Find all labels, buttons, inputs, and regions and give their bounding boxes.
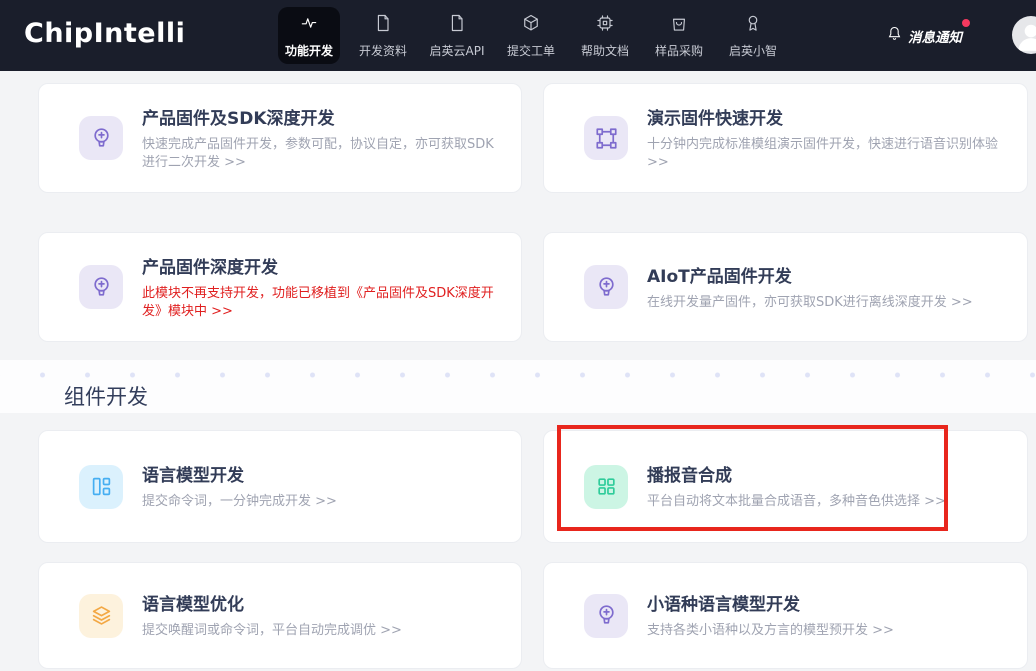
chipintelli-logo[interactable]: ChipIntelli bbox=[24, 18, 185, 49]
chip-icon bbox=[595, 13, 615, 36]
card-language-model-optimize[interactable]: 语言模型优化 提交唤醒词或命令词，平台自动完成调优 >> bbox=[38, 562, 522, 669]
nav-item-function-dev[interactable]: 功能开发 bbox=[278, 7, 340, 64]
bulb-icon bbox=[79, 116, 123, 160]
components-section-header: 组件开发 bbox=[0, 360, 1036, 413]
card-title: 产品固件深度开发 bbox=[142, 253, 497, 278]
bulb-icon bbox=[584, 594, 628, 638]
nav-item-help-docs[interactable]: 帮助文档 bbox=[574, 7, 636, 64]
frame-select-icon bbox=[584, 116, 628, 160]
layout-icon bbox=[79, 465, 123, 509]
badge-icon bbox=[743, 13, 763, 36]
nav-label: 帮助文档 bbox=[581, 42, 629, 59]
waveform-icon bbox=[299, 13, 319, 36]
card-text: 演示固件快速开发 十分钟内完成标准模组演示固件开发，快速进行语音识别体验 >> bbox=[647, 104, 1003, 173]
main-nav: 功能开发 开发资料 启英云API 提交工单 帮助文档 样品采购 启英小智 bbox=[278, 7, 784, 64]
nav-label: 开发资料 bbox=[359, 42, 407, 59]
grid-icon bbox=[584, 465, 628, 509]
firmware-card-grid: 产品固件及SDK深度开发 快速完成产品固件开发，参数可配，协议自定，亦可获取SD… bbox=[38, 83, 1028, 342]
card-text: AIoT产品固件开发 在线开发量产固件，亦可获取SDK进行离线深度开发 >> bbox=[647, 262, 973, 312]
bulb-icon bbox=[79, 265, 123, 309]
section-title: 组件开发 bbox=[64, 381, 1036, 411]
card-title: AIoT产品固件开发 bbox=[647, 262, 973, 287]
cube-icon bbox=[521, 13, 541, 36]
card-product-firmware-deep[interactable]: 产品固件深度开发 此模块不再支持开发，功能已移植到《产品固件及SDK深度开发》模… bbox=[38, 232, 522, 342]
components-card-grid: 语言模型开发 提交命令词，一分钟完成开发 >> 播报音合成 平台自动将文本批量合… bbox=[38, 430, 1028, 669]
card-text: 产品固件深度开发 此模块不再支持开发，功能已移植到《产品固件及SDK深度开发》模… bbox=[142, 253, 497, 322]
user-avatar[interactable] bbox=[1012, 16, 1036, 54]
bulb-icon bbox=[584, 265, 628, 309]
card-tts-synthesis[interactable]: 播报音合成 平台自动将文本批量合成语音，多种音色供选择 >> bbox=[543, 430, 1028, 543]
card-description: 平台自动将文本批量合成语音，多种音色供选择 >> bbox=[647, 493, 946, 511]
card-text: 产品固件及SDK深度开发 快速完成产品固件开发，参数可配，协议自定，亦可获取SD… bbox=[142, 104, 497, 173]
shopping-bag-icon bbox=[669, 13, 689, 36]
nav-label: 启英云API bbox=[430, 42, 485, 59]
card-text: 小语种语言模型开发 支持各类小语种以及方言的模型预开发 >> bbox=[647, 590, 894, 640]
card-product-firmware-sdk[interactable]: 产品固件及SDK深度开发 快速完成产品固件开发，参数可配，协议自定，亦可获取SD… bbox=[38, 83, 522, 193]
card-title: 演示固件快速开发 bbox=[647, 104, 1003, 129]
card-title: 产品固件及SDK深度开发 bbox=[142, 104, 497, 129]
notification-label: 消息通知 bbox=[908, 26, 962, 46]
unread-dot bbox=[962, 19, 970, 27]
card-title: 播报音合成 bbox=[647, 461, 946, 486]
document-icon bbox=[447, 13, 467, 36]
nav-item-submit-ticket[interactable]: 提交工单 bbox=[500, 7, 562, 64]
nav-label: 功能开发 bbox=[285, 42, 333, 59]
card-aiot-firmware[interactable]: AIoT产品固件开发 在线开发量产固件，亦可获取SDK进行离线深度开发 >> bbox=[543, 232, 1028, 342]
card-title: 语言模型开发 bbox=[142, 461, 337, 486]
card-title: 语言模型优化 bbox=[142, 590, 402, 615]
card-text: 语言模型优化 提交唤醒词或命令词，平台自动完成调优 >> bbox=[142, 590, 402, 640]
card-description: 快速完成产品固件开发，参数可配，协议自定，亦可获取SDK进行二次开发 >> bbox=[142, 136, 497, 173]
top-header: ChipIntelli 功能开发 开发资料 启英云API 提交工单 帮助文档 样… bbox=[0, 0, 1036, 71]
card-demo-firmware[interactable]: 演示固件快速开发 十分钟内完成标准模组演示固件开发，快速进行语音识别体验 >> bbox=[543, 83, 1028, 193]
nav-item-dev-resources[interactable]: 开发资料 bbox=[352, 7, 414, 64]
document-icon bbox=[373, 13, 393, 36]
nav-label: 启英小智 bbox=[729, 42, 777, 59]
card-description: 提交唤醒词或命令词，平台自动完成调优 >> bbox=[142, 622, 402, 640]
main-content: 产品固件及SDK深度开发 快速完成产品固件开发，参数可配，协议自定，亦可获取SD… bbox=[0, 71, 1036, 669]
nav-item-sample-purchase[interactable]: 样品采购 bbox=[648, 7, 710, 64]
card-language-model-dev[interactable]: 语言模型开发 提交命令词，一分钟完成开发 >> bbox=[38, 430, 522, 543]
card-text: 语言模型开发 提交命令词，一分钟完成开发 >> bbox=[142, 461, 337, 511]
person-icon bbox=[1012, 39, 1036, 54]
nav-label: 提交工单 bbox=[507, 42, 555, 59]
notification-button[interactable]: 消息通知 bbox=[886, 25, 962, 46]
bell-icon bbox=[886, 25, 903, 46]
nav-item-cloud-api[interactable]: 启英云API bbox=[426, 7, 488, 64]
card-description: 在线开发量产固件，亦可获取SDK进行离线深度开发 >> bbox=[647, 294, 973, 312]
card-description: 十分钟内完成标准模组演示固件开发，快速进行语音识别体验 >> bbox=[647, 136, 1003, 173]
layers-icon bbox=[79, 594, 123, 638]
nav-label: 样品采购 bbox=[655, 42, 703, 59]
card-minor-language-model[interactable]: 小语种语言模型开发 支持各类小语种以及方言的模型预开发 >> bbox=[543, 562, 1028, 669]
nav-item-qiying-assistant[interactable]: 启英小智 bbox=[722, 7, 784, 64]
card-title: 小语种语言模型开发 bbox=[647, 590, 894, 615]
card-text: 播报音合成 平台自动将文本批量合成语音，多种音色供选择 >> bbox=[647, 461, 946, 511]
card-description: 此模块不再支持开发，功能已移植到《产品固件及SDK深度开发》模块中 >> bbox=[142, 285, 497, 322]
card-description: 支持各类小语种以及方言的模型预开发 >> bbox=[647, 622, 894, 640]
card-description: 提交命令词，一分钟完成开发 >> bbox=[142, 493, 337, 511]
